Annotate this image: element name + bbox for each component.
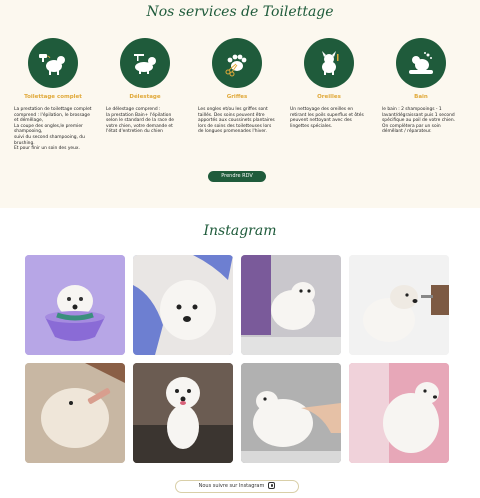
paw-scissors-icon [212,38,262,88]
instagram-photo-4[interactable] [349,255,449,355]
instagram-icon [268,482,276,489]
service-name: Griffes [226,94,248,100]
instagram-photo-3[interactable] [241,255,341,355]
service-name: Bain [414,94,428,100]
service-description: Le délestage comprend : la prestation Ba… [106,107,174,135]
service-name: Toilettage complet [24,94,82,100]
instagram-photo-7[interactable] [241,363,341,463]
dog-bath-icon [396,38,446,88]
service-name: Délestage [129,94,161,100]
instagram-photo-1[interactable] [25,255,125,355]
service-description: Un nettoyage des oreilles en retirant le… [290,107,364,129]
dog-grooming-icon [120,38,170,88]
dog-ears-icon [304,38,354,88]
service-name: Oreilles [317,94,341,100]
service-description: La prestation de toilettage complet comp… [14,107,92,152]
book-appointment-button[interactable]: Prendre RDV [208,171,266,182]
service-description: Les ongles et/ou les griffes sont taillé… [198,107,275,135]
service-bain: Bain le bain : 2 shampooings - 1 lavant/… [382,38,460,135]
instagram-photo-2[interactable] [133,255,233,355]
dog-hairdryer-icon [28,38,78,88]
instagram-photo-5[interactable] [25,363,125,463]
service-oreilles: Oreilles Un nettoyage des oreilles en re… [290,38,368,129]
services-title: Nos services de Toilettage [146,4,334,20]
service-description: le bain : 2 shampooings - 1 lavant/dégra… [382,107,456,135]
follow-instagram-button[interactable]: Nous suivre sur Instagram [175,480,299,493]
instagram-title: Instagram [203,223,277,239]
follow-instagram-label: Nous suivre sur Instagram [198,483,265,489]
service-delestage: Délestage Le délestage comprend : la pre… [106,38,184,135]
instagram-photo-8[interactable] [349,363,449,463]
service-toilettage-complet: Toilettage complet La prestation de toil… [14,38,92,152]
instagram-photo-6[interactable] [133,363,233,463]
service-griffes: Griffes Les ongles et/ou les griffes son… [198,38,276,135]
services-section: Nos services de Toilettage Toilettage co… [0,0,480,208]
